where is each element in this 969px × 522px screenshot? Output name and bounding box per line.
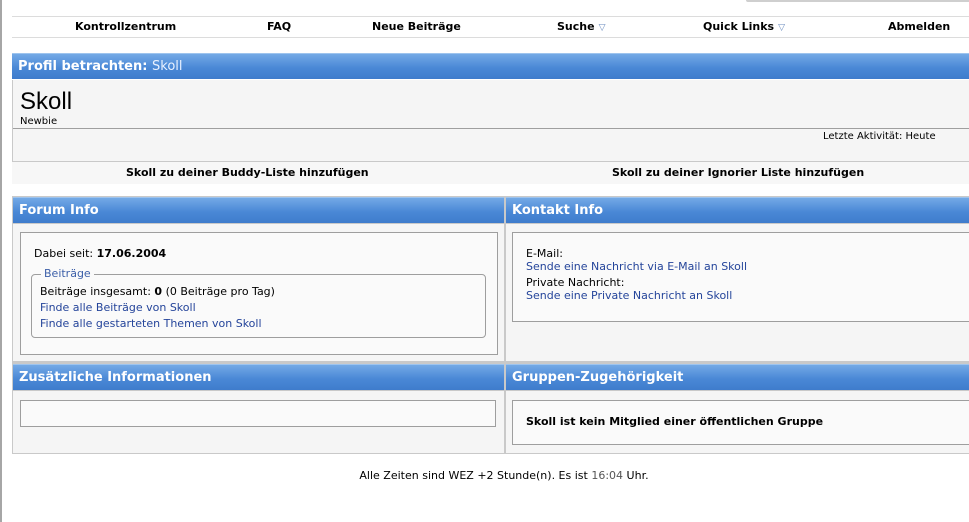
- forum-info-header: Forum Info: [13, 197, 504, 223]
- posts-fieldset: Beiträge Beiträge insgesamt: 0 (0 Beiträ…: [31, 267, 486, 338]
- window-left-border: [0, 0, 2, 522]
- additional-info-header: Zusätzliche Informationen: [13, 364, 504, 390]
- find-threads-link[interactable]: Finde alle gestarteten Themen von Skoll: [40, 317, 262, 330]
- additional-info-panel: [13, 391, 504, 453]
- nav-abmelden[interactable]: Abmelden: [888, 20, 950, 33]
- top-search-box-edge: [746, 0, 969, 2]
- nav-kontrollzentrum[interactable]: Kontrollzentrum: [75, 20, 176, 33]
- find-posts-link[interactable]: Finde alle Beiträge von Skoll: [40, 301, 196, 314]
- profile-divider: [13, 128, 969, 129]
- add-buddy-link[interactable]: Skoll zu deiner Buddy-Liste hinzufügen: [126, 166, 369, 179]
- forum-info-panel: Dabei seit: 17.06.2004 Beiträge Beiträge…: [13, 224, 504, 361]
- member-since: Dabei seit: 17.06.2004: [34, 247, 167, 260]
- posts-legend: Beiträge: [41, 267, 94, 280]
- forum-info-title: Forum Info: [19, 203, 99, 218]
- contact-info-title: Kontakt Info: [512, 203, 604, 218]
- groups-header: Gruppen-Zugehörigkeit: [506, 364, 969, 390]
- current-time: 16:04: [591, 469, 624, 482]
- groups-title: Gruppen-Zugehörigkeit: [512, 370, 684, 385]
- contact-info-box: E-Mail: Sende eine Nachricht via E-Mail …: [512, 232, 969, 322]
- nav-faq[interactable]: FAQ: [267, 20, 291, 33]
- profile-username: Skoll: [20, 88, 73, 115]
- last-activity: Letzte Aktivität: Heute: [823, 131, 936, 142]
- dropdown-arrow-icon: ▽: [598, 23, 606, 33]
- nav-neue-beitraege[interactable]: Neue Beiträge: [372, 20, 461, 33]
- additional-info-box: [20, 400, 496, 427]
- groups-box: Skoll ist kein Mitglied einer öffentlich…: [512, 400, 969, 445]
- additional-info-title: Zusätzliche Informationen: [19, 370, 212, 385]
- nav-quick-links[interactable]: Quick Links ▽: [703, 20, 785, 33]
- profile-box: Skoll Newbie Letzte Aktivität: Heute: [12, 80, 969, 162]
- contact-info-panel: E-Mail: Sende eine Nachricht via E-Mail …: [506, 224, 969, 361]
- pm-label: Private Nachricht:: [526, 276, 625, 289]
- add-ignore-link[interactable]: Skoll zu deiner Ignorier Liste hinzufüge…: [612, 166, 864, 179]
- send-pm-link[interactable]: Sende eine Private Nachricht an Skoll: [526, 289, 732, 302]
- navbar: Kontrollzentrum FAQ Neue Beiträge Suche ▽…: [12, 16, 969, 38]
- groups-text: Skoll ist kein Mitglied einer öffentlich…: [526, 415, 824, 428]
- contact-info-header: Kontakt Info: [506, 197, 969, 223]
- nav-suche[interactable]: Suche ▽: [557, 20, 606, 33]
- send-email-link[interactable]: Sende eine Nachricht via E-Mail an Skoll: [526, 260, 747, 273]
- posts-total: Beiträge insgesamt: 0 (0 Beiträge pro Ta…: [40, 285, 275, 298]
- profile-header: Profil betrachten: Skoll: [12, 53, 969, 79]
- email-label: E-Mail:: [526, 247, 563, 260]
- profile-header-label: Profil betrachten:: [18, 59, 148, 74]
- dropdown-arrow-icon: ▽: [778, 23, 786, 33]
- info-panels: Forum Info Dabei seit: 17.06.2004 Beiträ…: [12, 196, 969, 454]
- profile-actions-row: Skoll zu deiner Buddy-Liste hinzufügen S…: [12, 162, 969, 184]
- footer-time: Alle Zeiten sind WEZ +2 Stunde(n). Es is…: [359, 469, 649, 482]
- profile-rank: Newbie: [20, 116, 58, 127]
- forum-info-box: Dabei seit: 17.06.2004 Beiträge Beiträge…: [20, 232, 498, 355]
- profile-header-user: Skoll: [152, 59, 183, 74]
- groups-panel: Skoll ist kein Mitglied einer öffentlich…: [506, 391, 969, 453]
